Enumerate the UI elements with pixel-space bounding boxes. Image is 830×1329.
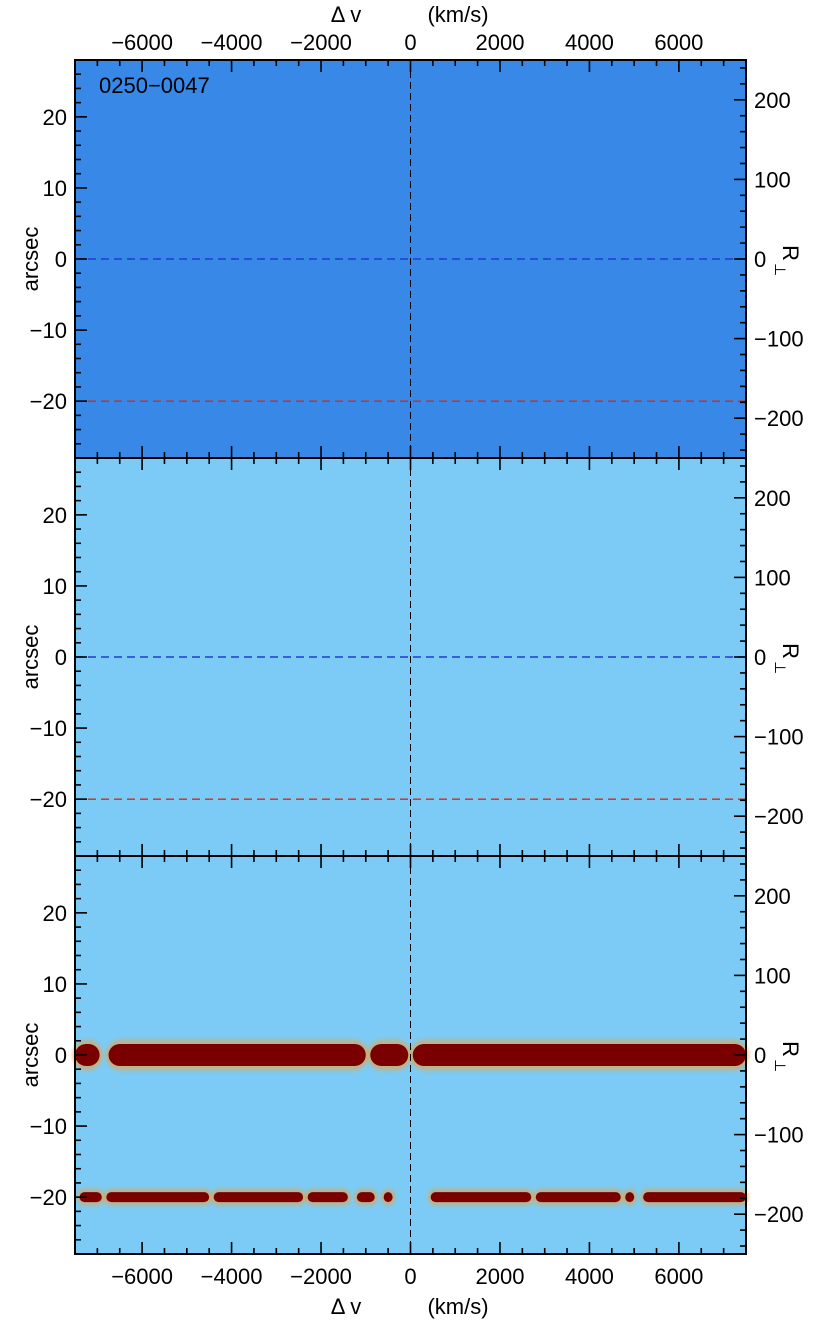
band-segment-1-1: [106, 1192, 210, 1203]
right-tick-label: −100: [754, 327, 804, 352]
y-tick-label: 10: [43, 574, 67, 599]
right-axis-title-main: R: [778, 245, 803, 261]
band-segment-1-8: [625, 1192, 635, 1203]
band-segment-1-6: [430, 1192, 532, 1203]
top-x-axis-title: Δ v: [331, 2, 362, 27]
right-axis-title-main: R: [778, 643, 803, 659]
right-tick-label: 100: [754, 167, 791, 192]
band-segment-1-3: [307, 1192, 348, 1203]
right-tick-label: 100: [754, 565, 791, 590]
right-axis-title: R⊥: [771, 245, 803, 276]
x-tick-label-top: 2000: [475, 30, 524, 55]
x-tick-label-top: 0: [404, 30, 416, 55]
x-tick-label-bottom: −2000: [290, 1264, 352, 1289]
right-tick-label: 200: [754, 88, 791, 113]
band-segment-0-2: [370, 1044, 409, 1066]
panel-2: [74, 457, 747, 857]
figure-canvas: 20100−10−202001000−100−200arcsec R⊥0250−0…: [18, 2, 804, 1319]
right-tick-label: 200: [754, 884, 791, 909]
bottom-x-axis-title: Δ v: [331, 1294, 362, 1319]
y-tick-label: −20: [30, 389, 67, 414]
right-tick-label: −200: [754, 406, 804, 431]
y-tick-label: 0: [55, 645, 67, 670]
x-tick-label-top: 6000: [654, 30, 703, 55]
y-tick-label: 10: [43, 972, 67, 997]
x-tick-label-bottom: 6000: [654, 1264, 703, 1289]
y-tick-label: 0: [55, 1043, 67, 1068]
band-segment-1-2: [213, 1192, 304, 1203]
figure-root: 20 10 0 −10 −20 200 100 0 −100 −200 arcsec R ⊥ 0250−0…: [0, 0, 830, 1329]
x-tick-label-top: 4000: [565, 30, 614, 55]
x-tick-label-top: −6000: [111, 30, 173, 55]
x-tick-label-bottom: −4000: [201, 1264, 263, 1289]
panel-label: 0250−0047: [99, 73, 210, 98]
top-x-axis-unit: (km/s): [427, 2, 488, 27]
x-tick-label-bottom: 2000: [475, 1264, 524, 1289]
y-axis-title: arcsec: [18, 1023, 43, 1088]
y-tick-label: 20: [43, 503, 67, 528]
right-tick-label: 200: [754, 486, 791, 511]
panels-layer: [72, 59, 749, 1255]
x-tick-label-top: −2000: [290, 30, 352, 55]
y-tick-label: −10: [30, 318, 67, 343]
x-tick-label-top: −4000: [201, 30, 263, 55]
right-tick-label: 0: [754, 1043, 766, 1068]
right-axis-title-sub: ⊥: [771, 1059, 788, 1072]
band-segment-1-4: [356, 1192, 375, 1203]
band-segment-1-7: [535, 1192, 621, 1203]
band-segment-0-3: [412, 1044, 746, 1066]
band-segment-1-5: [383, 1192, 393, 1203]
y-tick-label: 10: [43, 176, 67, 201]
panel-1: [74, 59, 747, 459]
right-tick-label: −200: [754, 1202, 804, 1227]
band-segment-0-1: [108, 1044, 366, 1066]
band-segment-1-9: [643, 1192, 746, 1203]
x-tick-label-bottom: 0: [404, 1264, 416, 1289]
right-tick-label: 100: [754, 963, 791, 988]
y-tick-label: −20: [30, 787, 67, 812]
right-axis-title: R⊥: [771, 1041, 803, 1072]
y-tick-label: −10: [30, 1114, 67, 1139]
right-tick-label: 0: [754, 645, 766, 670]
right-axis-title-sub: ⊥: [771, 263, 788, 276]
right-tick-label: −100: [754, 725, 804, 750]
y-tick-label: −20: [30, 1185, 67, 1210]
y-tick-label: 20: [43, 901, 67, 926]
right-tick-label: −100: [754, 1123, 804, 1148]
right-axis-title-sub: ⊥: [771, 661, 788, 674]
y-axis-title: arcsec: [18, 625, 43, 690]
y-axis-title: arcsec: [18, 227, 43, 292]
right-tick-label: −200: [754, 804, 804, 829]
right-tick-label: 0: [754, 247, 766, 272]
bottom-x-axis-unit: (km/s): [427, 1294, 488, 1319]
y-tick-label: −10: [30, 716, 67, 741]
right-axis-title: R⊥: [771, 643, 803, 674]
y-tick-label: 0: [55, 247, 67, 272]
x-tick-label-bottom: −6000: [111, 1264, 173, 1289]
panel-3: [72, 855, 749, 1255]
right-axis-title-main: R: [778, 1041, 803, 1057]
y-tick-label: 20: [43, 105, 67, 130]
x-tick-label-bottom: 4000: [565, 1264, 614, 1289]
